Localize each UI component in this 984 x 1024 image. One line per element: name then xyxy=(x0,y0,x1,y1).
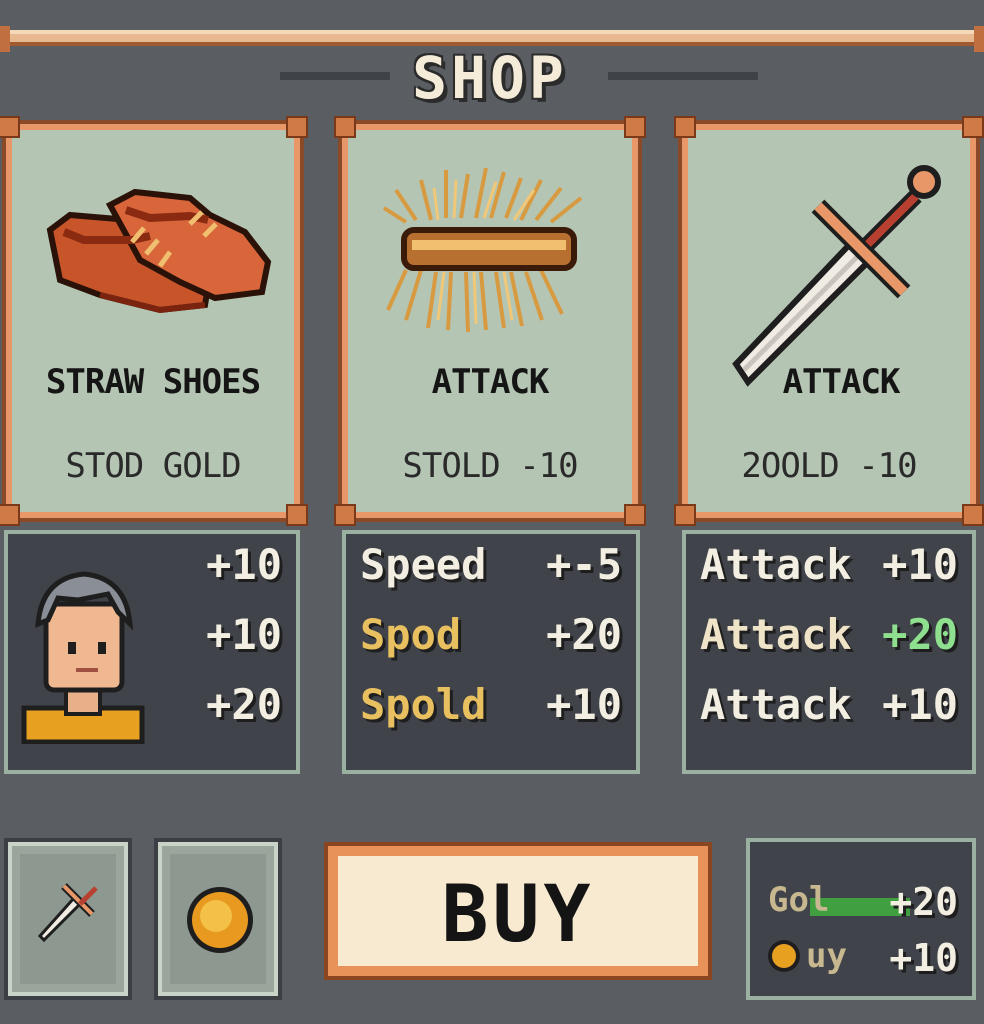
stat-row: Attack +10 xyxy=(700,540,958,589)
stat-row: Speed +-5 xyxy=(360,540,622,589)
purchase-summary-panel: Gol +20 uy +10 xyxy=(746,838,976,1000)
shoes-icon xyxy=(46,188,272,314)
sword-icon xyxy=(732,165,941,387)
item-name: ATTACK xyxy=(431,362,550,402)
summary-value: +20 xyxy=(889,880,958,924)
buy-button[interactable]: BUY xyxy=(324,842,712,980)
stat-row: Attack +10 xyxy=(700,680,958,729)
item-name: ATTACK xyxy=(782,362,901,402)
hero-stat-row: +20 xyxy=(206,680,282,729)
hero-stats-panel: +10 +10 +20 xyxy=(4,530,300,774)
hero-stat-row: +10 xyxy=(206,540,282,589)
inventory-slot-coin[interactable] xyxy=(154,838,282,1000)
summary-label: Gol xyxy=(768,880,830,920)
item-card-straw-shoes[interactable]: STRAW SHOES STOD GOLD xyxy=(0,116,308,526)
hero-stat-row: +10 xyxy=(206,610,282,659)
item-price: STOLD -10 xyxy=(402,446,578,486)
buy-button-label: BUY xyxy=(441,870,595,960)
summary-value: +10 xyxy=(889,936,958,980)
gold-coin-icon xyxy=(187,887,253,953)
stat-row: Spod +20 xyxy=(360,610,622,659)
inventory-slot-sword[interactable] xyxy=(4,838,132,1000)
straw-stats-panel: Speed +-5 Spod +20 Spold +10 xyxy=(342,530,640,774)
summary-label: uy xyxy=(806,936,847,976)
shop-title: SHOP xyxy=(412,44,568,112)
stat-row: Attack +20 xyxy=(700,610,958,659)
item-name: STRAW SHOES xyxy=(45,362,261,402)
sword-icon xyxy=(37,883,98,943)
stat-row: Spold +10 xyxy=(360,680,622,729)
item-price: STOD GOLD xyxy=(65,446,241,486)
sword-stats-panel: Attack +10 Attack +20 Attack +10 xyxy=(682,530,976,774)
straw-bundle-icon xyxy=(382,167,583,333)
item-price: 2OOLD -10 xyxy=(741,446,917,486)
gold-coin-icon xyxy=(768,940,800,972)
item-card-straw[interactable]: ATTACK STOLD -10 xyxy=(334,116,646,526)
item-card-sword[interactable]: ATTACK 2OOLD -10 xyxy=(674,116,984,526)
